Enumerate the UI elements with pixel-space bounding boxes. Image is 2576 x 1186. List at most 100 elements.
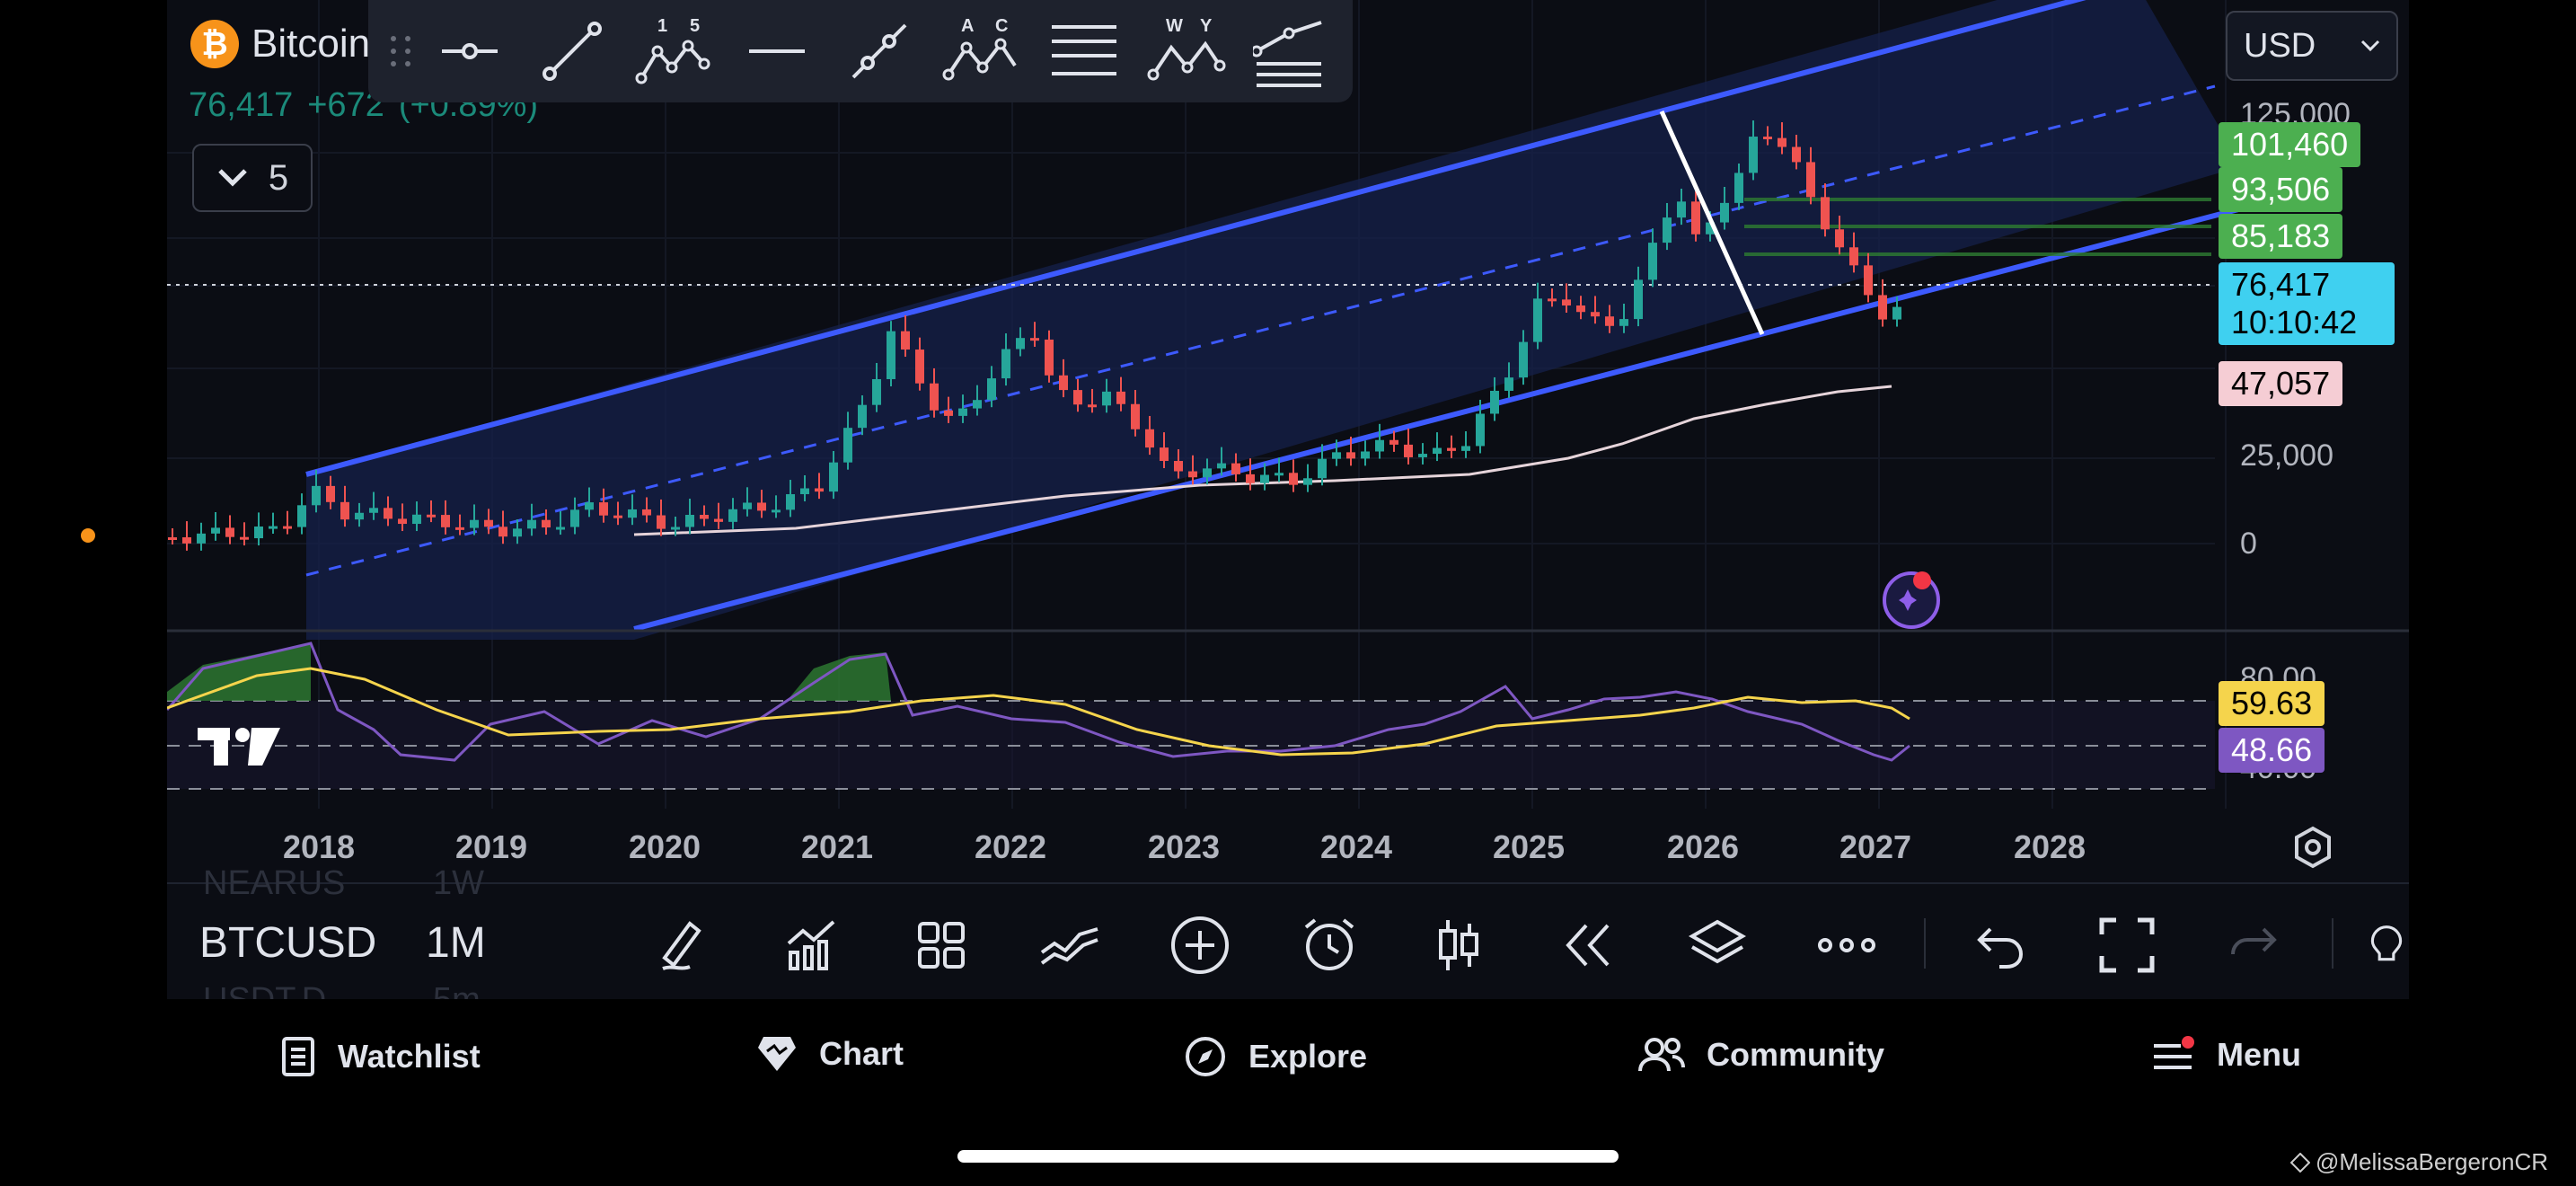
tab-label: Community — [1707, 1036, 1884, 1073]
candle-body — [427, 514, 436, 518]
tab-watchlist[interactable]: Watchlist — [280, 1035, 481, 1078]
candle-body — [197, 533, 206, 544]
candle-body — [240, 536, 249, 540]
elliott-wave-icon[interactable]: 1 5 — [623, 11, 726, 92]
candle-body — [1346, 452, 1355, 459]
candle-body — [599, 502, 608, 516]
candle-body — [1778, 137, 1786, 147]
candle-body — [815, 488, 824, 492]
pitchfork-icon[interactable] — [1238, 11, 1340, 92]
candle-body — [930, 383, 939, 411]
tab-chart[interactable]: Chart — [756, 1035, 904, 1073]
candle-body — [1404, 444, 1413, 457]
symbol-ticker-button[interactable]: BTCUSD — [199, 918, 376, 968]
candle-body — [1073, 390, 1082, 405]
candle-body — [1634, 279, 1643, 320]
tradingview-logo — [196, 724, 282, 774]
wxy-pattern-icon[interactable]: W Y — [1135, 11, 1238, 92]
fib-retracement-icon[interactable] — [1033, 11, 1135, 92]
currency-select[interactable]: USD — [2226, 11, 2398, 81]
candle-body — [1318, 458, 1327, 479]
price-tag-target-2: 93,506 — [2219, 167, 2343, 212]
horizontal-line-icon[interactable] — [726, 11, 828, 92]
candle-body — [628, 509, 637, 518]
candle-body — [1016, 338, 1025, 350]
abcd-pattern-icon[interactable]: A C — [931, 11, 1033, 92]
candle-body — [700, 515, 709, 519]
indicators-icon[interactable] — [776, 911, 848, 979]
bitcoin-logo: ₿ — [190, 20, 239, 68]
candle-body — [1663, 217, 1672, 243]
compass-icon — [1186, 1037, 1225, 1076]
candle-body — [398, 518, 407, 525]
candle-body — [1433, 447, 1442, 455]
indicators-collapse-button[interactable]: 5 — [192, 144, 313, 212]
candle-body — [182, 537, 191, 544]
menu-icon — [2154, 1036, 2194, 1069]
alarm-icon[interactable] — [1293, 911, 1365, 979]
candle-body — [1878, 295, 1887, 320]
rsi-ma-tag: 59.63 — [2219, 681, 2325, 726]
ray-line-icon[interactable] — [828, 11, 931, 92]
redo-icon[interactable] — [2220, 911, 2292, 979]
chart-settings-icon[interactable] — [2290, 825, 2335, 874]
compare-icon[interactable] — [1035, 911, 1107, 979]
pencil-icon[interactable] — [647, 911, 719, 979]
svg-text:5: 5 — [690, 16, 700, 36]
candle-body — [1792, 146, 1801, 163]
candle-body — [1045, 339, 1054, 376]
candle-body — [1490, 390, 1499, 414]
candle-body — [1030, 338, 1039, 341]
candle-body — [1562, 299, 1571, 305]
tab-menu[interactable]: Menu — [2152, 1035, 2301, 1075]
layers-icon[interactable] — [1681, 911, 1753, 979]
community-icon — [1638, 1038, 1685, 1072]
home-indicator[interactable] — [957, 1150, 1619, 1163]
tab-community[interactable]: Community — [1638, 1035, 1884, 1075]
add-circle-icon[interactable] — [1164, 911, 1236, 979]
candle-body — [412, 514, 421, 525]
candle-body — [1231, 463, 1240, 474]
tab-explore[interactable]: Explore — [1184, 1035, 1367, 1078]
svg-text:W: W — [1166, 16, 1183, 36]
tab-label: Menu — [2217, 1036, 2301, 1073]
diamond-icon — [2290, 1152, 2310, 1173]
candle-body — [312, 485, 321, 506]
time-axis-label: 2026 — [1666, 828, 1740, 865]
fullscreen-icon[interactable] — [2091, 911, 2163, 979]
time-axis-label: 2027 — [1839, 828, 1912, 865]
replay-icon[interactable] — [1552, 911, 1624, 979]
horizontal-ray-icon[interactable] — [419, 11, 521, 92]
candle-body — [915, 350, 924, 384]
trend-line-icon[interactable] — [521, 11, 623, 92]
candle-body — [743, 502, 752, 509]
toolbar-divider — [2332, 918, 2333, 969]
candle-body — [1116, 391, 1125, 404]
time-axis-label: 2020 — [628, 828, 701, 865]
candle-body — [1763, 137, 1772, 140]
bulb-icon[interactable] — [2364, 911, 2409, 979]
candle-body — [1447, 447, 1456, 451]
price-tag-target-1: 101,460 — [2219, 122, 2361, 167]
time-axis-label: 2019 — [454, 828, 528, 865]
interval-button[interactable]: 1M — [426, 918, 486, 968]
candle-body — [1677, 201, 1686, 218]
ai-assistant-button[interactable] — [1875, 566, 1944, 634]
candle-body — [1289, 473, 1298, 485]
candle-body — [1361, 451, 1370, 459]
candle-body — [1059, 375, 1068, 391]
candle-body — [1332, 452, 1341, 459]
candle-body — [642, 509, 651, 516]
candle-body — [1203, 468, 1212, 478]
candle-body — [1605, 316, 1614, 326]
more-icon[interactable] — [1811, 911, 1883, 979]
candle-style-icon[interactable] — [1423, 911, 1495, 979]
grip-handle-icon[interactable] — [383, 24, 419, 78]
candle-body — [843, 428, 852, 463]
candle-body — [1504, 377, 1513, 391]
candle-body — [283, 526, 292, 529]
symbol-header[interactable]: ₿ Bitcoin — [190, 20, 370, 68]
undo-icon[interactable] — [1962, 911, 2033, 979]
time-axis-label: 2028 — [2013, 828, 2086, 865]
layout-grid-icon[interactable] — [905, 911, 977, 979]
